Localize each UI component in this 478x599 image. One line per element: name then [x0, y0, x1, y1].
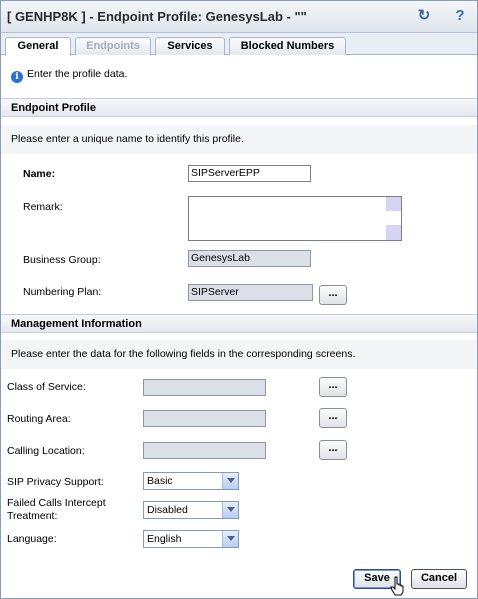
remark-textarea[interactable] [188, 196, 402, 241]
tab-endpoints: Endpoints [75, 37, 151, 55]
failed-calls-treatment-select[interactable]: Disabled [143, 501, 239, 519]
routing-area-field [143, 410, 266, 427]
endpoint-profile-window: [ GENHP8K ] - Endpoint Profile: GenesysL… [0, 0, 478, 599]
refresh-icon[interactable]: ↻ [415, 7, 433, 25]
business-group-field: GenesysLab [188, 250, 311, 267]
window-title: [ GENHP8K ] - Endpoint Profile: GenesysL… [7, 9, 307, 24]
failed-calls-label-line2: Treatment: [7, 510, 58, 522]
info-icon: i [11, 71, 23, 83]
class-of-service-label: Class of Service: [7, 381, 86, 393]
failed-calls-label-line1: Failed Calls Intercept [7, 497, 106, 509]
calling-location-field [143, 442, 266, 459]
sip-privacy-support-select[interactable]: Basic [143, 472, 239, 490]
cancel-button[interactable]: Cancel [411, 569, 467, 589]
remark-scrollbar[interactable] [386, 197, 401, 240]
routing-area-label: Routing Area: [7, 413, 71, 425]
title-bar: [ GENHP8K ] - Endpoint Profile: GenesysL… [1, 1, 477, 33]
hand-cursor-icon [390, 576, 404, 596]
chevron-down-icon[interactable] [222, 531, 238, 547]
endpoint-profile-description: Please enter a unique name to identify t… [1, 125, 477, 154]
class-of-service-field [143, 379, 266, 396]
endpoint-profile-header: Endpoint Profile [1, 98, 477, 117]
management-information-description: Please enter the data for the following … [1, 340, 477, 369]
management-information-header: Management Information [1, 314, 477, 333]
tab-blocked-numbers[interactable]: Blocked Numbers [229, 37, 346, 55]
chevron-down-icon[interactable] [222, 473, 238, 489]
tab-general[interactable]: General [5, 37, 71, 56]
info-message: i Enter the profile data. [11, 67, 128, 83]
name-field[interactable]: SIPServerEPP [188, 165, 311, 182]
numbering-plan-field: SIPServer [188, 284, 313, 301]
calling-location-browse-button[interactable]: ... [319, 440, 347, 460]
sip-privacy-support-label: SIP Privacy Support: [7, 476, 104, 488]
info-text: Enter the profile data. [27, 68, 128, 80]
business-group-label: Business Group: [23, 254, 101, 266]
numbering-plan-label: Numbering Plan: [23, 286, 102, 298]
calling-location-label: Calling Location: [7, 445, 85, 457]
remark-label: Remark: [23, 201, 63, 213]
tab-bar: General Endpoints Services Blocked Numbe… [1, 33, 477, 56]
tab-services[interactable]: Services [155, 37, 225, 55]
routing-area-browse-button[interactable]: ... [319, 408, 347, 428]
class-of-service-browse-button[interactable]: ... [319, 377, 347, 397]
name-label: Name: [23, 168, 56, 180]
chevron-down-icon[interactable] [222, 502, 238, 518]
numbering-plan-browse-button[interactable]: ... [319, 285, 347, 305]
help-icon[interactable]: ? [451, 7, 469, 25]
language-label: Language: [7, 533, 57, 545]
language-select[interactable]: English [143, 530, 239, 548]
